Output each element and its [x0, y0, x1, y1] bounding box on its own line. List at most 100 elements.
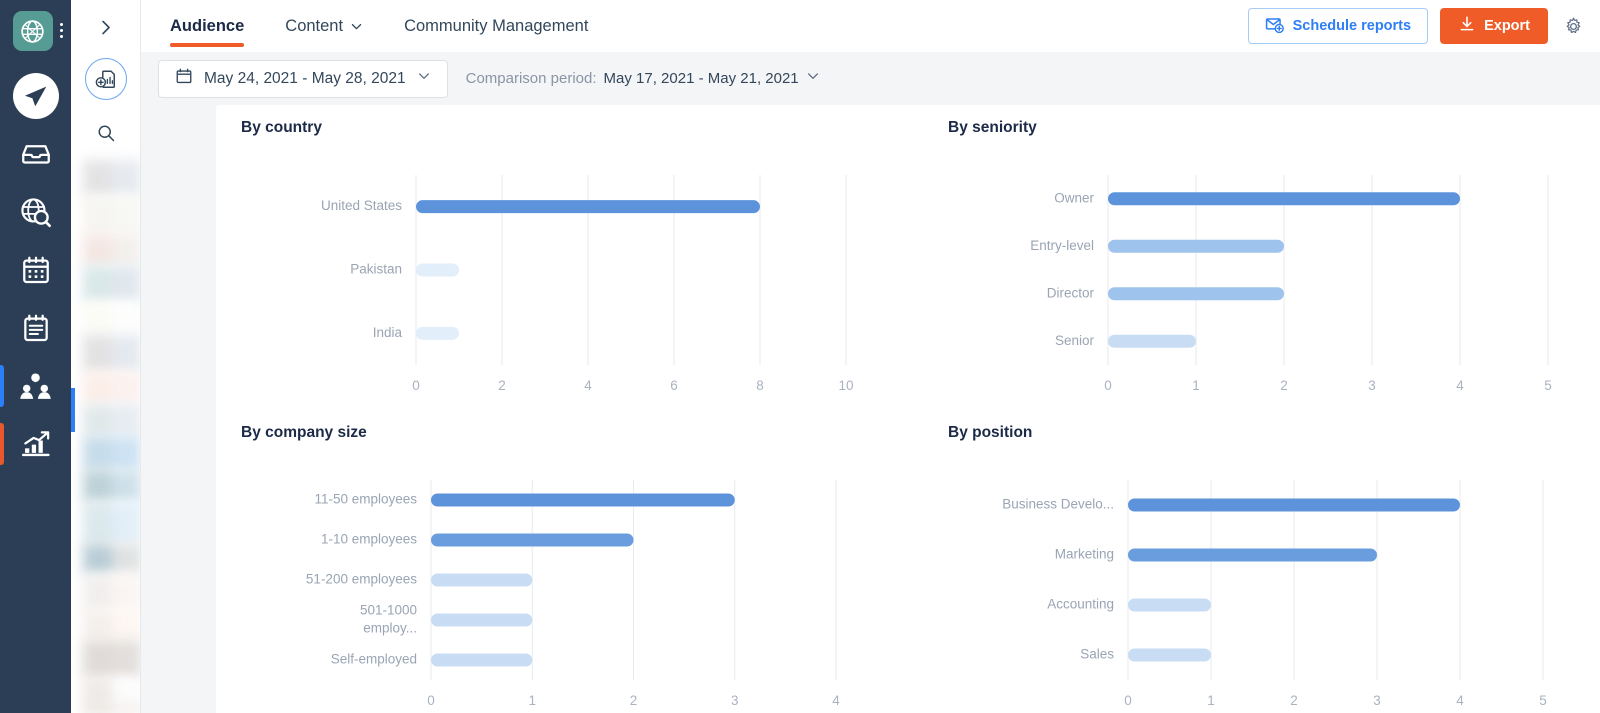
- expand-panel-button[interactable]: [83, 8, 129, 46]
- bar[interactable]: [431, 613, 533, 627]
- people-icon: [20, 372, 51, 399]
- bar-category-label: Senior: [1055, 333, 1095, 348]
- sidebar-item-audience[interactable]: [0, 357, 71, 415]
- tab-content[interactable]: Content: [285, 0, 363, 52]
- chart-title: By position: [948, 424, 1033, 441]
- filter-bar: May 24, 2021 - May 28, 2021 Comparison p…: [141, 52, 1600, 105]
- envelope-add-icon: [1265, 15, 1284, 38]
- x-tick-label: 4: [1456, 693, 1464, 708]
- bar-category-label: 51-200 employees: [306, 572, 417, 587]
- x-tick-label: 4: [832, 693, 840, 708]
- bar[interactable]: [431, 493, 735, 507]
- sidebar-item-monitoring[interactable]: [0, 183, 71, 241]
- active-marker-blue: [0, 365, 4, 407]
- chart-by-country: By country United States Pakistan India 0 2 4…: [216, 105, 923, 410]
- tab-community-management[interactable]: Community Management: [404, 0, 588, 52]
- tab-active-underline: [170, 43, 245, 47]
- bar[interactable]: [1108, 192, 1460, 206]
- chart-body: Owner Entry-level Director Senior 0 1 2 3 4 5: [923, 145, 1600, 410]
- bar[interactable]: [1108, 287, 1284, 301]
- bar-category-label: Accounting: [1047, 597, 1114, 612]
- bar-category-label: employ...: [363, 621, 417, 636]
- notepad-icon: [23, 314, 48, 342]
- x-tick-label: 2: [1280, 378, 1288, 393]
- active-marker-orange: [0, 423, 4, 465]
- tab-bar: Audience Content Community Management: [141, 0, 629, 52]
- x-tick-label: 5: [1544, 378, 1552, 393]
- bar-category-label: Entry-level: [1030, 238, 1094, 253]
- charts-grid: By country United States Pakistan India 0 2 4…: [216, 105, 1600, 713]
- brand-logo[interactable]: [12, 11, 53, 51]
- chevron-right-icon: [102, 20, 110, 34]
- top-bar: Audience Content Community Management Sc…: [141, 0, 1600, 52]
- settings-button[interactable]: [1560, 11, 1586, 41]
- bar[interactable]: [431, 653, 533, 667]
- bar[interactable]: [1128, 648, 1211, 662]
- x-tick-label: 0: [1104, 378, 1112, 393]
- bar[interactable]: [431, 573, 533, 587]
- download-icon: [1458, 15, 1476, 37]
- x-tick-label: 2: [498, 378, 506, 393]
- x-tick-label: 0: [1124, 693, 1132, 708]
- schedule-reports-button[interactable]: Schedule reports: [1247, 8, 1429, 44]
- sidebar-item-calendar[interactable]: [0, 241, 71, 299]
- more-options-button[interactable]: [60, 23, 63, 38]
- new-report-button[interactable]: [84, 58, 127, 100]
- bar-chart-svg: Owner Entry-level Director Senior 0 1 2 3 4 5: [1030, 175, 1552, 393]
- tab-content-label: Content: [285, 16, 344, 35]
- bar[interactable]: [1128, 598, 1211, 612]
- search-button[interactable]: [86, 116, 126, 150]
- comparison-period-value: May 17, 2021 - May 21, 2021: [603, 70, 799, 87]
- tab-community-management-label: Community Management: [404, 16, 589, 35]
- globe-search-icon: [21, 197, 51, 227]
- calendar-icon: [22, 256, 49, 284]
- bar-chart-svg: Business Develo... Marketing Accounting Sal…: [1002, 480, 1547, 708]
- bar[interactable]: [431, 533, 634, 547]
- analytics-card: By country United States Pakistan India 0 2 4…: [216, 105, 1600, 713]
- inbox-icon: [21, 145, 50, 164]
- chart-title: By company size: [241, 424, 367, 441]
- tab-audience[interactable]: Audience: [170, 0, 245, 52]
- comparison-period-label: Comparison period:: [465, 70, 597, 87]
- x-tick-label: 3: [731, 693, 739, 708]
- x-tick-label: 3: [1373, 693, 1381, 708]
- bar[interactable]: [416, 263, 459, 277]
- search-icon: [98, 125, 114, 142]
- bar[interactable]: [416, 200, 760, 214]
- x-tick-label: 1: [528, 693, 536, 708]
- x-tick-label: 0: [427, 693, 435, 708]
- bar[interactable]: [1108, 239, 1284, 253]
- analytics-app: Audience Content Community Management Sc…: [0, 0, 1600, 713]
- x-tick-label: 0: [412, 378, 420, 393]
- x-tick-label: 4: [584, 378, 592, 393]
- chart-body: Business Develo... Marketing Accounting Sal…: [923, 450, 1600, 713]
- bar-category-label: Pakistan: [350, 262, 402, 277]
- bar[interactable]: [1108, 334, 1196, 348]
- report-list-blurred[interactable]: [83, 160, 140, 713]
- date-range-picker[interactable]: May 24, 2021 - May 28, 2021: [158, 59, 448, 98]
- calendar-icon: [175, 67, 193, 90]
- bar-category-label: 501-1000: [360, 603, 417, 618]
- sidebar-item-inbox[interactable]: [0, 125, 71, 183]
- chart-by-company-size: By company size 11-50 employees 1-10 empl…: [216, 410, 923, 713]
- bar[interactable]: [416, 326, 459, 340]
- bar[interactable]: [1128, 548, 1377, 562]
- bar-category-label: 1-10 employees: [321, 532, 417, 547]
- chart-by-position: By position Business Develo... Marketing A…: [923, 410, 1600, 713]
- bar[interactable]: [1128, 498, 1460, 512]
- bar-chart-growth-icon: [21, 430, 50, 456]
- export-button[interactable]: Export: [1440, 8, 1548, 44]
- add-report-icon: [95, 70, 115, 88]
- date-range-value: May 24, 2021 - May 28, 2021: [204, 69, 406, 87]
- chart-body: United States Pakistan India 0 2 4 6 8 10: [216, 145, 923, 410]
- more-vertical-icon: [60, 23, 63, 26]
- chart-title: By seniority: [948, 119, 1037, 136]
- x-tick-label: 2: [1290, 693, 1298, 708]
- sidebar-item-content-planner[interactable]: [0, 299, 71, 357]
- sidebar-item-publish[interactable]: [0, 67, 71, 125]
- bar-category-label: Marketing: [1055, 547, 1114, 562]
- sidebar-item-analytics[interactable]: [0, 415, 71, 473]
- comparison-period-selector[interactable]: Comparison period: May 17, 2021 - May 21…: [466, 69, 820, 88]
- bar-chart-svg: United States Pakistan India 0 2 4 6 8 10: [321, 175, 854, 393]
- bar-category-label: India: [373, 325, 403, 340]
